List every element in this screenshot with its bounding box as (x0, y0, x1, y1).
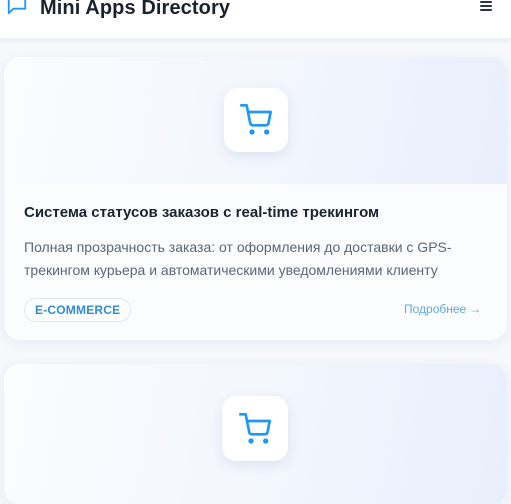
card-description: Полная прозрачность заказа: от оформлени… (24, 239, 452, 278)
hamburger-menu-icon[interactable] (480, 1, 494, 13)
chat-bubble-icon[interactable] (6, 0, 28, 16)
more-link-label: Подробнее (404, 302, 467, 316)
card-hero (4, 364, 507, 504)
app-card[interactable] (4, 364, 507, 504)
card-hero (4, 57, 507, 184)
card-icon-tile (222, 396, 288, 461)
arrow-right-icon: → (469, 302, 482, 316)
app-header: Mini Apps Directory (0, 0, 511, 39)
shopping-cart-icon (240, 104, 272, 135)
app-card[interactable]: Система статусов заказов с real-time тре… (4, 57, 507, 340)
card-title[interactable]: Система статусов заказов с real-time тре… (24, 204, 379, 221)
card-body: Система статусов заказов с real-time тре… (4, 184, 507, 340)
more-link[interactable]: Подробнее → (404, 302, 481, 316)
shopping-cart-icon (239, 413, 271, 444)
category-tag[interactable]: E-COMMERCE (24, 298, 132, 322)
card-icon-tile (224, 88, 288, 152)
app-title[interactable]: Mini Apps Directory (40, 0, 230, 20)
